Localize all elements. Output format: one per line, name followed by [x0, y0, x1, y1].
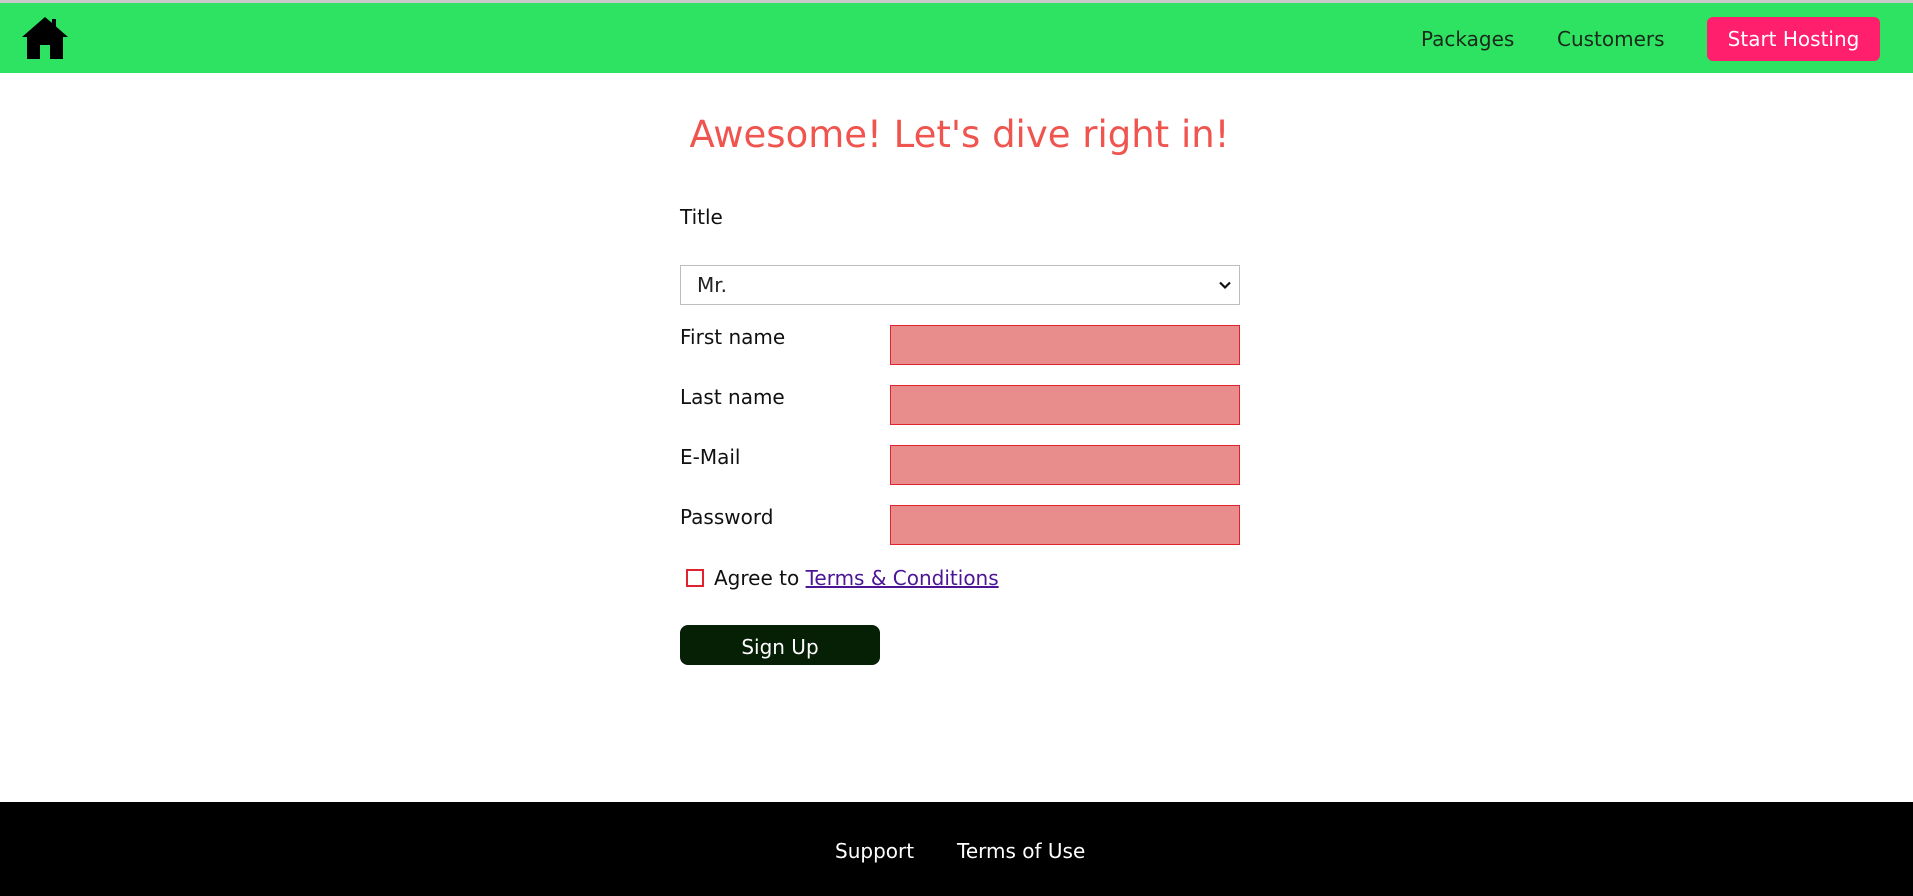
agree-terms-text: Agree to Terms & Conditions [714, 566, 999, 590]
password-input[interactable] [890, 505, 1240, 545]
nav-customers-link[interactable]: Customers [1557, 27, 1665, 51]
title-select-value: Mr. [697, 273, 727, 297]
nav-packages-link[interactable]: Packages [1421, 27, 1514, 51]
email-input[interactable] [890, 445, 1240, 485]
email-label: E-Mail [680, 445, 741, 469]
password-label: Password [680, 505, 774, 529]
first-name-input[interactable] [890, 325, 1240, 365]
last-name-input[interactable] [890, 385, 1240, 425]
agree-terms-checkbox[interactable] [686, 569, 704, 587]
sign-up-button[interactable]: Sign Up [680, 625, 880, 665]
top-navbar: Packages Customers Start Hosting [0, 0, 1913, 73]
terms-conditions-link[interactable]: Terms & Conditions [806, 566, 999, 590]
start-hosting-button[interactable]: Start Hosting [1707, 17, 1880, 61]
footer: Support Terms of Use [0, 802, 1913, 896]
footer-terms-of-use-link[interactable]: Terms of Use [957, 839, 1085, 863]
page-title: Awesome! Let's dive right in! [689, 113, 1230, 156]
last-name-label: Last name [680, 385, 785, 409]
agree-prefix: Agree to [714, 566, 800, 590]
first-name-label: First name [680, 325, 786, 349]
title-select[interactable]: Mr. [680, 265, 1240, 305]
chevron-down-icon [1219, 281, 1231, 290]
home-icon[interactable] [20, 13, 70, 63]
title-label: Title [680, 205, 723, 229]
footer-support-link[interactable]: Support [835, 839, 914, 863]
